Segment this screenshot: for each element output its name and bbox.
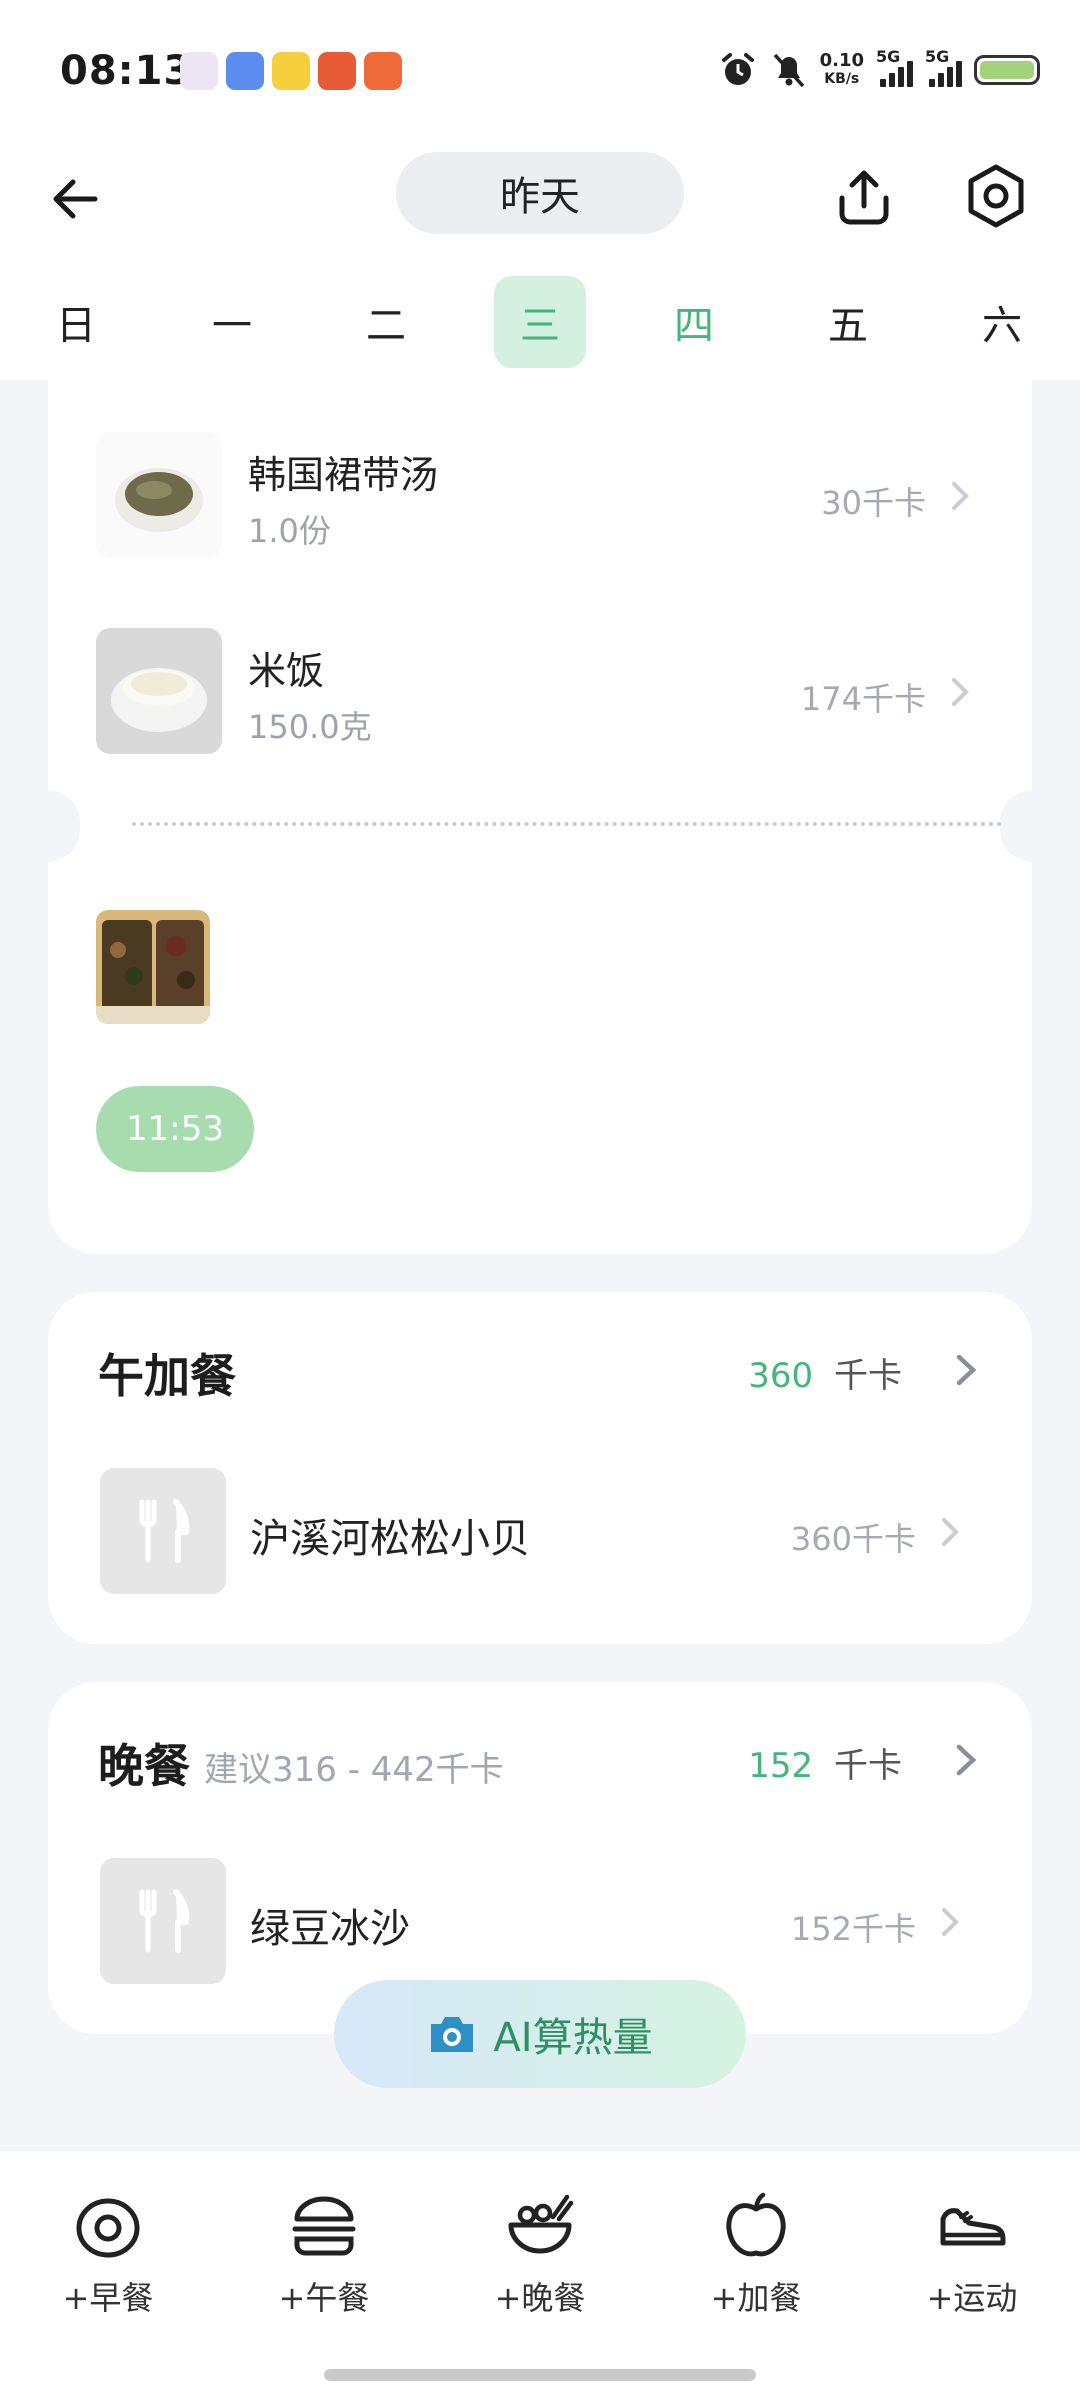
nav-label: +加餐 [710, 2279, 802, 2317]
egg-icon [76, 2198, 140, 2258]
day-sun[interactable]: 日 [30, 276, 122, 368]
food-name: 绿豆冰沙 [250, 1906, 410, 1952]
share-upload-icon [839, 170, 889, 225]
meal-calorie-summary[interactable]: 360 千卡 [748, 1348, 902, 1397]
burger-icon [292, 2196, 356, 2256]
record-time-badge[interactable]: 11:53 [96, 1086, 254, 1172]
food-calories: 174千卡 [800, 680, 926, 718]
rice-photo [96, 628, 222, 754]
meal-kcal-unit: 千卡 [834, 1356, 902, 1396]
app-icon-5 [364, 52, 402, 90]
food-amount: 1.0份 [248, 512, 331, 550]
signal-sim1-icon: 5G [876, 47, 913, 87]
nav-label: +晚餐 [494, 2279, 586, 2317]
ticket-notch-right [1000, 790, 1066, 862]
food-row-dinner[interactable]: 绿豆冰沙 152千卡 [48, 1858, 1032, 1984]
seaweed-soup-photo [96, 432, 222, 558]
food-calories: 30千卡 [821, 484, 926, 522]
app-icon-2 [226, 52, 264, 90]
meal-photo[interactable] [96, 910, 210, 1024]
food-row-seaweed-soup[interactable]: 韩国裙带汤 1.0份 30千卡 [48, 432, 1032, 558]
fork-knife-icon [139, 1889, 190, 1953]
food-row-rice[interactable]: 米饭 150.0克 174千卡 [48, 628, 1032, 754]
add-snack-button[interactable]: +加餐 [676, 2189, 836, 2319]
chevron-right-icon [952, 678, 969, 706]
date-selector[interactable]: 昨天 [396, 152, 684, 234]
sneaker-icon [940, 2208, 1006, 2246]
food-amount: 150.0克 [248, 708, 372, 746]
day-wed-selected[interactable]: 三 [494, 276, 586, 368]
chevron-right-icon [952, 482, 969, 510]
meal-kcal-value: 360 [748, 1356, 814, 1396]
back-button[interactable] [40, 164, 110, 234]
day-thu-today[interactable]: 四 [648, 276, 740, 368]
dotted-divider [132, 822, 1002, 826]
day-sat[interactable]: 六 [956, 276, 1048, 368]
apple-icon [726, 2192, 786, 2257]
chevron-right-icon [942, 1908, 959, 1936]
app-icon-4 [318, 52, 356, 90]
status-bar: 08:13 0.10 KB/s 5G 5G [0, 0, 1080, 140]
food-row-snack[interactable]: 沪溪河松松小贝 360千卡 [48, 1468, 1032, 1594]
bowl-icon [508, 2194, 574, 2254]
app-icon-1 [180, 52, 218, 90]
day-tue[interactable]: 二 [340, 276, 432, 368]
add-breakfast-button[interactable]: +早餐 [28, 2189, 188, 2319]
food-name: 韩国裙带汤 [248, 453, 439, 497]
fork-knife-icon [139, 1499, 190, 1563]
bottom-nav: +早餐 +午餐 +晚餐 +加餐 +运动 [0, 2150, 1080, 2400]
chevron-right-icon[interactable] [950, 1348, 984, 1392]
food-calories: 152千卡 [790, 1910, 916, 1948]
status-app-icons [180, 52, 402, 90]
meal-title: 晚餐 [98, 1739, 190, 1793]
mute-bell-icon [773, 53, 804, 88]
header: 昨天 日 一 二 三 四 五 六 [0, 140, 1080, 380]
app-icon-3 [272, 52, 310, 90]
meal-calorie-summary[interactable]: 152 千卡 [748, 1738, 902, 1787]
meal-kcal-unit: 千卡 [834, 1746, 902, 1786]
food-name: 沪溪河松松小贝 [250, 1516, 530, 1562]
nav-label: +午餐 [278, 2279, 370, 2317]
meal-kcal-value: 152 [748, 1746, 814, 1786]
add-exercise-button[interactable]: +运动 [892, 2189, 1052, 2319]
settings-button[interactable] [958, 158, 1034, 234]
status-right-group: 0.10 KB/s 5G 5G [718, 47, 1040, 90]
day-fri[interactable]: 五 [802, 276, 894, 368]
lunch-card: 韩国裙带汤 1.0份 30千卡 米饭 150.0克 174千卡 11:53 [14, 380, 1066, 1254]
add-dinner-button[interactable]: +晚餐 [460, 2189, 620, 2319]
nav-label: +早餐 [62, 2279, 154, 2317]
settings-ring-icon [968, 164, 1024, 228]
food-placeholder-image [100, 1858, 226, 1984]
alarm-icon [721, 53, 754, 85]
chevron-right-icon[interactable] [950, 1738, 984, 1782]
net-speed: 0.10 KB/s [819, 50, 864, 88]
add-lunch-button[interactable]: +午餐 [244, 2189, 404, 2319]
status-time: 08:13 [60, 48, 193, 94]
meal-suggestion: 建议316 - 442千卡 [204, 1750, 504, 1790]
battery-icon [974, 55, 1040, 85]
chevron-right-icon [942, 1518, 959, 1546]
food-placeholder-image [100, 1468, 226, 1594]
arrow-left-icon [53, 179, 98, 219]
share-button[interactable] [826, 160, 902, 236]
ai-button-label: AI算热量 [493, 2015, 653, 2061]
home-indicator[interactable] [324, 2369, 756, 2381]
week-day-selector: 日 一 二 三 四 五 六 [0, 276, 1080, 368]
ai-calorie-button[interactable]: AI算热量 [334, 1980, 746, 2088]
ticket-notch-left [14, 790, 80, 862]
food-name: 米饭 [248, 649, 325, 693]
day-mon[interactable]: 一 [186, 276, 278, 368]
meal-title: 午加餐 [98, 1349, 236, 1403]
afternoon-snack-card: 午加餐 360 千卡 沪溪河松松小贝 360千卡 [48, 1292, 1032, 1644]
signal-sim2-icon: 5G [925, 47, 962, 87]
camera-icon [431, 2017, 474, 2052]
nav-label: +运动 [926, 2279, 1018, 2317]
food-calories: 360千卡 [790, 1520, 916, 1558]
